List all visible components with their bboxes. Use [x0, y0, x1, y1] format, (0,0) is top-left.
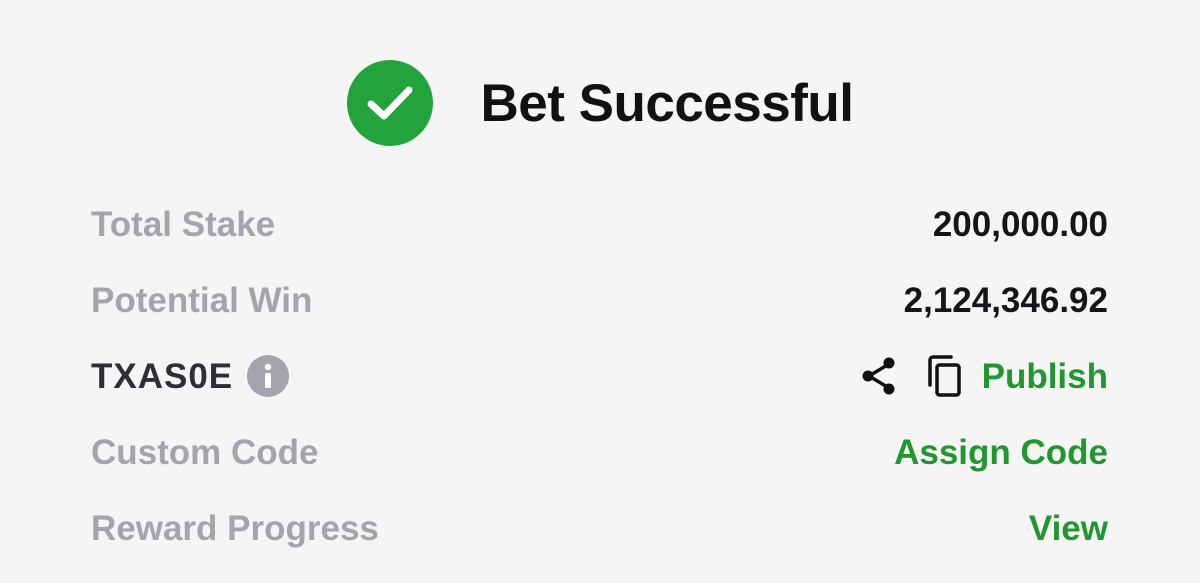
booking-code-group: TXAS0E — [91, 355, 290, 397]
assign-code-button[interactable]: Assign Code — [894, 435, 1108, 470]
info-icon[interactable] — [247, 355, 290, 397]
check-circle-icon — [346, 60, 433, 146]
booking-code-row: TXAS0E Publish — [91, 338, 1108, 414]
total-stake-row: Total Stake 200,000.00 — [91, 186, 1108, 262]
booking-code: TXAS0E — [91, 356, 234, 396]
copy-icon[interactable] — [924, 355, 962, 397]
potential-win-label: Potential Win — [91, 280, 313, 320]
potential-win-value: 2,124,346.92 — [903, 280, 1108, 320]
publish-button[interactable]: Publish — [982, 359, 1108, 394]
custom-code-label: Custom Code — [91, 432, 319, 472]
total-stake-label: Total Stake — [91, 204, 276, 244]
reward-progress-row: Reward Progress View — [91, 490, 1108, 566]
page-title: Bet Successful — [480, 73, 854, 133]
bet-details: Total Stake 200,000.00 Potential Win 2,1… — [91, 186, 1108, 566]
share-icon[interactable] — [860, 356, 898, 396]
success-header: Bet Successful — [0, 58, 1200, 148]
custom-code-row: Custom Code Assign Code — [91, 414, 1108, 490]
total-stake-value: 200,000.00 — [932, 204, 1108, 244]
potential-win-row: Potential Win 2,124,346.92 — [91, 262, 1108, 338]
view-button[interactable]: View — [1029, 511, 1108, 546]
reward-progress-label: Reward Progress — [91, 508, 379, 548]
booking-actions: Publish — [860, 355, 1108, 397]
